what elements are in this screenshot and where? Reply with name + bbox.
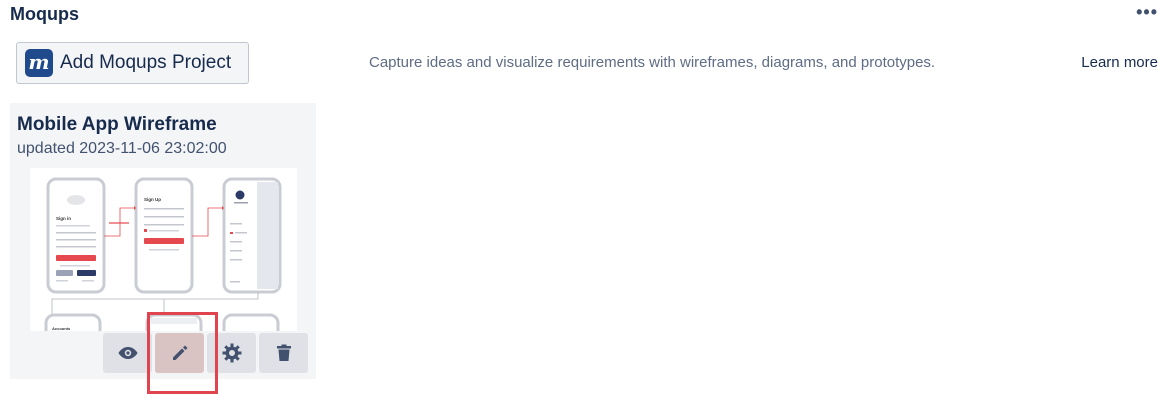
wireframe-preview: Sign in Sign Up Accounts bbox=[44, 177, 282, 331]
project-updated-timestamp: updated 2023-11-06 23:02:00 bbox=[17, 140, 227, 157]
moqups-logo-icon: m bbox=[25, 49, 53, 77]
learn-more-link[interactable]: Learn more bbox=[1081, 54, 1158, 71]
page-title: Moqups bbox=[10, 4, 79, 24]
screen-4-title: Accounts bbox=[52, 326, 71, 331]
add-project-label: Add Moqups Project bbox=[60, 52, 232, 73]
add-moqups-project-button[interactable]: m Add Moqups Project bbox=[16, 42, 249, 84]
project-title[interactable]: Mobile App Wireframe bbox=[17, 114, 217, 136]
wireframe-screen-menu bbox=[222, 177, 282, 294]
trash-icon bbox=[276, 344, 291, 361]
edit-button-highlight bbox=[147, 312, 218, 394]
gear-icon bbox=[222, 343, 241, 363]
description-text: Capture ideas and visualize requirements… bbox=[369, 54, 936, 71]
delete-project-button[interactable] bbox=[259, 333, 308, 373]
wireframe-screen-sign-up: Sign Up bbox=[134, 177, 194, 294]
wireframe-screen-accounts: Accounts bbox=[44, 313, 102, 331]
wireframe-screen-sign-in: Sign in bbox=[46, 177, 106, 294]
view-project-button[interactable] bbox=[103, 333, 152, 373]
screen-1-title: Sign in bbox=[56, 216, 71, 221]
eye-icon bbox=[118, 347, 137, 359]
screen-2-title: Sign Up bbox=[144, 197, 161, 202]
more-options-button[interactable]: ••• bbox=[1136, 2, 1158, 23]
wireframe-screen-extra bbox=[222, 313, 280, 331]
project-thumbnail: Sign in Sign Up Accounts bbox=[30, 168, 297, 331]
